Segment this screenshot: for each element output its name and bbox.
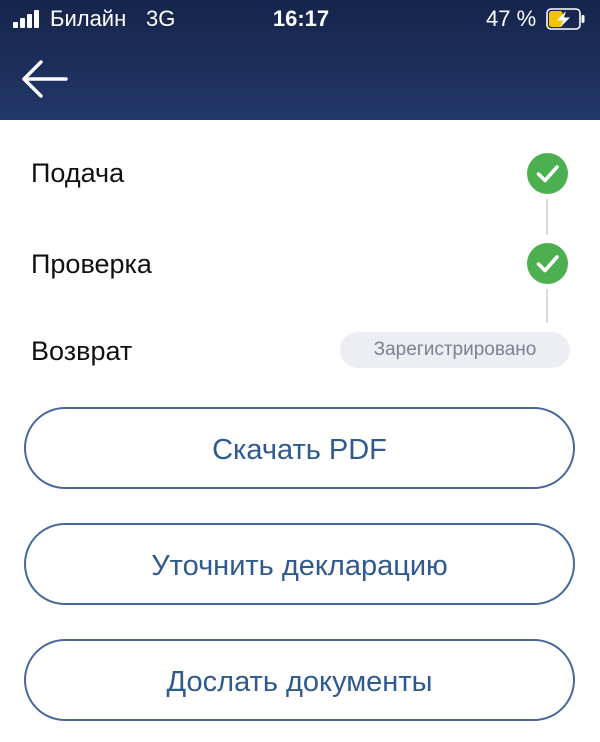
status-bar: Билайн 3G 16:17 47 % <box>0 0 600 40</box>
check-circle-icon <box>527 243 568 284</box>
step-label-submission: Подача <box>31 158 125 188</box>
back-button[interactable] <box>20 56 70 102</box>
signal-strength-icon <box>13 10 41 28</box>
top-bar: Билайн 3G 16:17 47 % <box>0 0 600 120</box>
battery-percent: 47 % <box>486 6 537 31</box>
carrier-name: Билайн <box>50 6 127 31</box>
network-type: 3G <box>146 6 176 31</box>
send-documents-button[interactable]: Дослать документы <box>24 639 575 721</box>
clarify-declaration-button[interactable]: Уточнить декларацию <box>24 523 575 605</box>
battery-charging-icon <box>546 8 585 30</box>
clock: 16:17 <box>272 6 330 31</box>
check-circle-icon <box>527 153 568 194</box>
step-connector <box>546 289 548 323</box>
step-connector <box>546 199 548 235</box>
arrow-left-icon <box>22 60 68 98</box>
download-pdf-button[interactable]: Скачать PDF <box>24 407 575 489</box>
step-label-review: Проверка <box>31 249 152 279</box>
step-label-refund: Возврат <box>31 336 133 366</box>
status-badge: Зарегистрировано <box>340 332 570 368</box>
